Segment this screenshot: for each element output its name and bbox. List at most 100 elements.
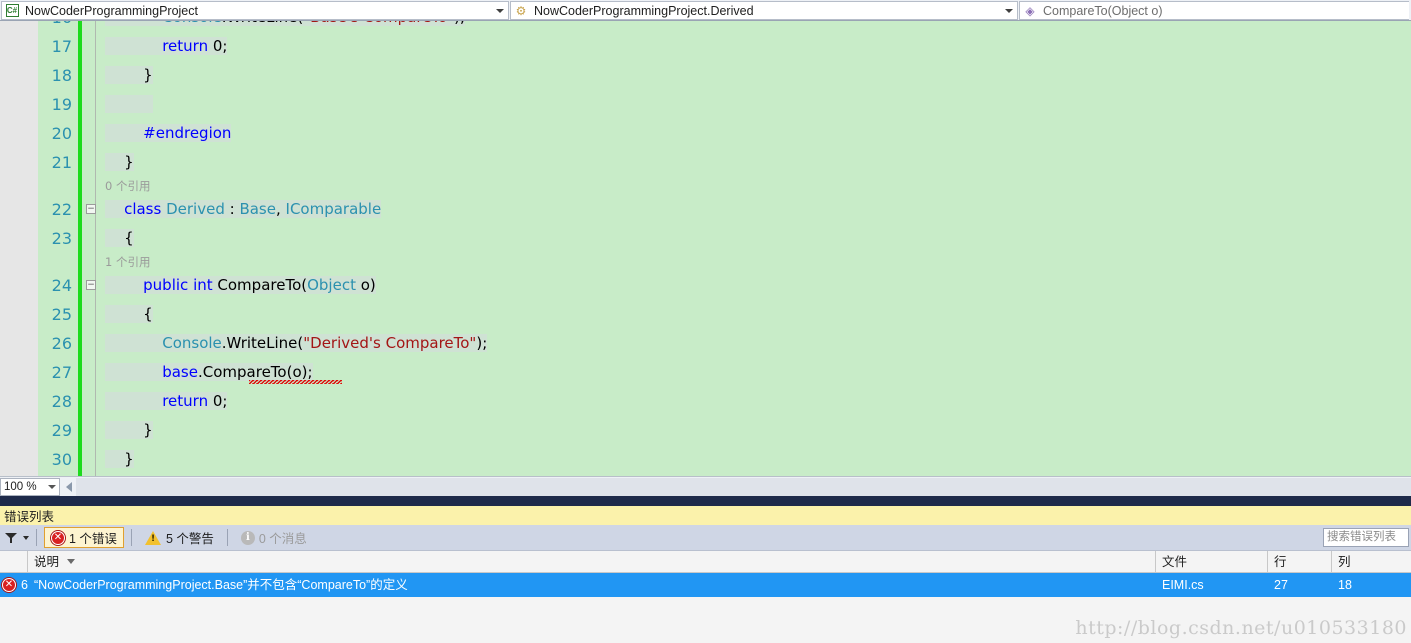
row-line: 27 [1274,578,1288,592]
code-line[interactable]: 23 { [0,224,1411,253]
code-token: 0 [212,392,223,410]
row-column: 18 [1338,578,1352,592]
warnings-filter-button[interactable]: 5 个警告 [139,527,220,548]
line-number: 26 [51,334,72,353]
error-list-title: 错误列表 [0,506,1411,525]
chevron-down-icon[interactable] [48,484,56,489]
filter-icon[interactable] [5,532,18,544]
code-token [105,276,144,294]
code-token: } [105,421,153,439]
code-line[interactable]: 27 base.CompareTo(o); [0,358,1411,387]
horizontal-scrollbar[interactable] [76,477,1411,496]
code-token: IComparable [285,200,382,218]
row-error-icon-cell: ✕ 6 [0,573,28,597]
change-bar [78,32,82,61]
code-line[interactable]: 30 } [0,445,1411,474]
code-text: { [105,224,134,253]
codelens-text[interactable]: 0 个引用 [105,177,150,195]
line-number: 16 [0,21,72,32]
warning-icon [144,530,161,545]
collapse-toggle-icon[interactable]: − [86,204,96,214]
class-dropdown-value: NowCoderProgrammingProject.Derived [534,3,754,18]
code-token: : [224,200,240,218]
code-line[interactable]: 26 Console.WriteLine("Derived's CompareT… [0,329,1411,358]
change-bar [78,445,82,474]
error-list-toolbar: ✕ 1 个错误 5 个警告 i 0 个消息 搜索错误列表 [0,525,1411,551]
code-text: class Derived : Base, IComparable [105,195,382,224]
table-row[interactable]: ✕ 6 “NowCoderProgrammingProject.Base”并不包… [0,573,1411,597]
line-number: 21 [51,153,72,172]
code-text: return 0; [105,387,228,416]
column-header-description[interactable]: 说明 [28,550,1156,573]
class-icon: ⚙ [515,3,527,18]
errors-filter-button[interactable]: ✕ 1 个错误 [44,527,124,548]
code-line[interactable]: 22 − class Derived : Base, IComparable [0,195,1411,224]
indent-guide [95,32,96,61]
code-line[interactable]: 16 Console.WriteLine("Base's CompareTo")… [0,21,1411,32]
code-line[interactable]: 17 return 0; [0,32,1411,61]
code-token [105,21,163,26]
messages-filter-button[interactable]: i 0 个消息 [235,527,313,548]
code-text: } [105,61,153,90]
line-number: 30 [51,450,72,469]
indent-guide [95,329,96,358]
chevron-down-icon[interactable] [1005,8,1013,13]
code-line[interactable]: 18 } [0,61,1411,90]
csharp-file-icon: C# [5,4,19,17]
sort-descending-icon[interactable] [67,559,76,564]
line-number: 27 [51,363,72,382]
toolbar-separator [130,529,132,546]
indent-guide [95,21,96,32]
column-header-column[interactable]: 列 [1332,551,1410,573]
warnings-filter-label: 5 个警告 [165,532,214,546]
code-token: 0 [212,37,223,55]
column-header-file[interactable]: 文件 [1156,550,1268,573]
line-number: 19 [51,95,72,114]
line-number: 28 [51,392,72,411]
code-text: } [105,148,134,177]
code-line[interactable]: 24 − public int CompareTo(Object o) [0,271,1411,300]
indent-guide [95,224,96,253]
search-error-list-input[interactable]: 搜索错误列表 [1323,528,1409,547]
row-file: EIMI.cs [1162,578,1204,592]
project-dropdown[interactable]: C# NowCoderProgrammingProject [1,1,509,20]
errors-filter-label: 1 个错误 [69,532,117,546]
zoom-level-dropdown[interactable]: 100 % [0,477,60,496]
column-header-description-label: 说明 [34,554,60,569]
indent-guide [95,358,96,387]
code-token: int [193,276,213,294]
code-token: .CompareTo(o); [197,363,313,381]
column-header-line[interactable]: 行 [1268,550,1332,573]
error-squiggle [248,380,342,384]
info-icon: i [240,530,255,545]
code-line[interactable]: 28 return 0; [0,387,1411,416]
change-bar [78,224,82,253]
code-token: ; [222,37,228,55]
codelens-text[interactable]: 1 个引用 [105,253,150,271]
code-line[interactable]: 29 } [0,416,1411,445]
collapse-toggle-icon[interactable]: − [86,280,96,290]
code-line[interactable]: 20 #endregion [0,119,1411,148]
change-bar [78,61,82,90]
chevron-down-icon[interactable] [23,535,29,540]
indent-guide [95,300,96,329]
code-token: public [143,276,189,294]
member-dropdown[interactable]: ◈ CompareTo(Object o) [1019,1,1409,20]
code-token: #endregion [143,124,232,142]
change-bar [78,329,82,358]
scroll-left-arrow-icon[interactable] [66,481,72,492]
class-dropdown[interactable]: ⚙ NowCoderProgrammingProject.Derived [510,1,1018,20]
code-token: Console [162,21,222,26]
code-token: .WriteLine( [221,334,304,352]
code-token: ); [476,334,488,352]
indent-guide [95,253,96,271]
code-line[interactable]: 25 { [0,300,1411,329]
code-editor[interactable]: 16 Console.WriteLine("Base's CompareTo")… [0,21,1411,476]
change-bar [78,253,82,271]
chevron-down-icon[interactable] [496,8,504,13]
code-token: o) [355,276,376,294]
code-line[interactable]: 19 [0,90,1411,119]
code-token [105,392,163,410]
code-line[interactable]: 21 } [0,148,1411,177]
code-token: .WriteLine( [221,21,304,26]
